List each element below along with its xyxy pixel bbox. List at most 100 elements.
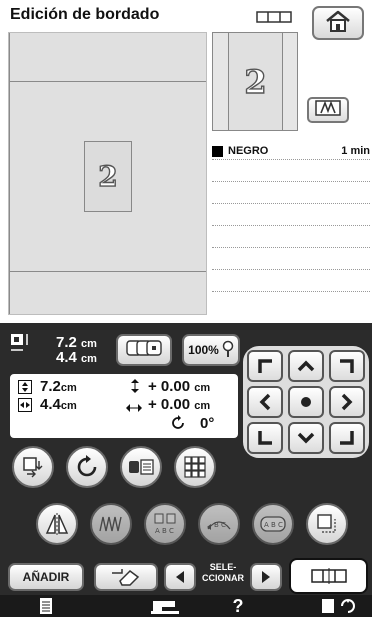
info-width-unit: cm (60, 400, 77, 412)
size-width-unit: cm (81, 353, 97, 365)
move-center-button[interactable] (288, 386, 324, 418)
color-change-button[interactable] (120, 446, 162, 488)
center-dot-icon (301, 397, 311, 407)
array-curve-button[interactable]: B C (198, 503, 240, 545)
arc-text-icon: B C (207, 521, 231, 530)
text-frame-icon: A B C (260, 516, 286, 532)
chevron-up-icon (297, 360, 315, 372)
document-icon (40, 598, 52, 614)
move-down-button[interactable] (288, 422, 324, 454)
design-glyph: 2 (98, 159, 119, 193)
info-rotation: 0° (200, 415, 215, 432)
info-height: 7.2cm (40, 378, 77, 395)
offset-v-value: + 0.00 (148, 378, 191, 395)
machine-button[interactable] (147, 596, 183, 616)
corner-down-right-icon (340, 431, 354, 445)
info-width-value: 4.4 (40, 396, 61, 413)
border-button[interactable] (306, 503, 348, 545)
select-label: SELE- CCIONAR (198, 562, 248, 592)
corner-down-left-icon (258, 431, 272, 445)
hoop-guide-bottom (9, 271, 206, 272)
width-arrows-icon (18, 398, 32, 415)
grid-icon (184, 456, 206, 478)
move-left-button[interactable] (247, 386, 283, 418)
zoom-button[interactable]: 100% (182, 334, 240, 366)
hoop-guide-left (9, 33, 10, 314)
color-swatch (212, 146, 223, 157)
size-width-value: 4.4 (56, 349, 77, 366)
character-spacing-button[interactable]: A B C (144, 503, 186, 545)
triangle-right-icon (262, 571, 270, 583)
move-right-button[interactable] (329, 386, 365, 418)
select-next-button[interactable] (250, 563, 282, 591)
color-name: NEGRO (228, 145, 269, 157)
info-height-unit: cm (60, 382, 77, 394)
design-pattern[interactable]: 2 (84, 141, 132, 212)
document-button[interactable] (34, 596, 58, 616)
eraser-icon (112, 569, 140, 586)
list-item[interactable]: NEGRO 1 min (212, 140, 370, 160)
design-preview: 2 (212, 32, 298, 131)
array-button[interactable] (174, 446, 216, 488)
help-label: ? (232, 595, 244, 616)
select-label-line2: CCIONAR (202, 573, 244, 583)
settings-button[interactable] (318, 596, 358, 616)
resize-icon (23, 457, 43, 478)
info-vertical-offset: + 0.00 cm (148, 378, 210, 395)
list-item (212, 228, 370, 248)
move-up-left-button[interactable] (247, 350, 283, 382)
svg-text:A B C: A B C (155, 527, 174, 535)
thread-spool-icon (314, 99, 342, 122)
thread-color-button[interactable] (307, 97, 349, 123)
zoom-label: 100% (188, 343, 219, 357)
chevron-down-icon (297, 432, 315, 444)
size-icon (10, 333, 32, 353)
move-down-right-button[interactable] (329, 422, 365, 454)
mirror-button[interactable] (36, 503, 78, 545)
move-down-left-button[interactable] (247, 422, 283, 454)
offset-v-unit: cm (194, 382, 211, 394)
home-icon (324, 9, 352, 38)
corner-up-left-icon (258, 359, 272, 373)
multicolor-icon (124, 337, 164, 364)
color-change-icon (129, 459, 154, 475)
move-up-right-button[interactable] (329, 350, 365, 382)
magnifier-icon (222, 340, 234, 361)
chevron-left-icon (259, 393, 271, 411)
design-info-panel: 7.2cm 4.4cm + 0.00 cm + 0.00 cm 0° (8, 372, 240, 440)
border-icon (317, 514, 336, 533)
letter-spacing-icon: A B C (154, 513, 176, 535)
select-label-line1: SELE- (209, 562, 237, 572)
horizontal-offset-icon (126, 400, 142, 416)
chevron-right-icon (341, 393, 353, 411)
list-item (212, 272, 370, 292)
rotate-icon (77, 455, 97, 477)
help-button[interactable]: ? (228, 596, 248, 616)
add-button[interactable]: AÑADIR (8, 563, 84, 591)
home-button[interactable] (312, 6, 364, 40)
text-border-button[interactable]: A B C (252, 503, 294, 545)
preview-glyph: 2 (244, 62, 268, 101)
layout-button[interactable] (289, 558, 368, 594)
rotate-button[interactable] (66, 446, 108, 488)
delete-button[interactable] (94, 563, 158, 591)
list-item (212, 184, 370, 204)
density-button[interactable] (90, 503, 132, 545)
move-up-button[interactable] (288, 350, 324, 382)
corner-up-right-icon (340, 359, 354, 373)
info-height-value: 7.2 (40, 378, 61, 395)
select-previous-button[interactable] (164, 563, 196, 591)
page-title: Edición de bordado (10, 6, 160, 23)
preview-glyph-area: 2 (228, 33, 283, 130)
add-label: AÑADIR (22, 570, 70, 584)
list-item (212, 250, 370, 270)
svg-text:A B C: A B C (264, 521, 283, 529)
move-pad (243, 346, 369, 458)
list-item (212, 162, 370, 182)
resize-button[interactable] (12, 446, 54, 488)
mirror-icon (45, 513, 69, 535)
hoop-guide-top (9, 81, 206, 82)
list-item (212, 206, 370, 226)
height-arrows-icon (18, 380, 32, 397)
multicolor-button[interactable] (116, 334, 172, 366)
